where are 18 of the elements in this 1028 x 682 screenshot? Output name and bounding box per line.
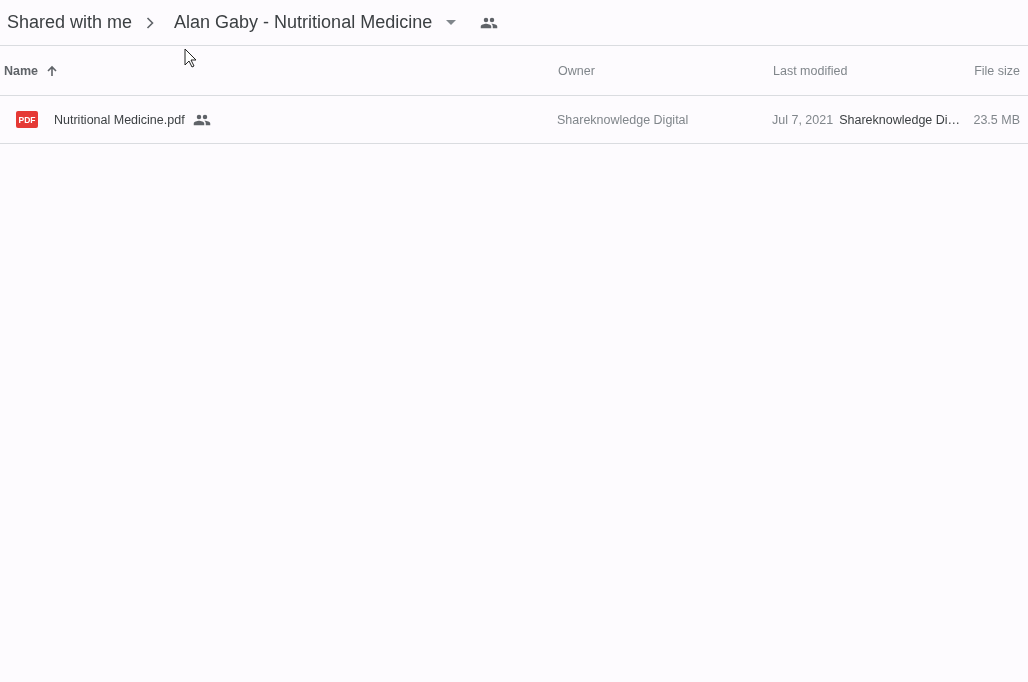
column-header[interactable]: File size xyxy=(974,63,1020,78)
pdf-file-icon: PDF xyxy=(16,111,38,128)
file-size: 23.5 MB xyxy=(973,112,1020,127)
folder-title[interactable]: Alan Gaby - Nutritional Medicine xyxy=(168,12,437,33)
column-header[interactable]: Last modified xyxy=(773,63,848,78)
people-icon xyxy=(192,113,211,126)
file-name[interactable]: Nutritional Medicine.pdf xyxy=(54,112,185,127)
mouse-pointer-icon xyxy=(184,48,197,68)
chevron-right-icon xyxy=(146,16,155,29)
breadcrumb-link[interactable]: Shared with me xyxy=(7,12,133,33)
column-header[interactable]: Owner xyxy=(558,63,595,78)
modified-by: Shareknowledge Di… xyxy=(839,112,961,127)
owner-text: Shareknowledge Digital xyxy=(557,112,689,127)
column-header[interactable]: Name xyxy=(4,63,39,78)
dropdown-caret-icon[interactable] xyxy=(446,20,457,25)
arrow-up-icon[interactable] xyxy=(46,64,59,77)
people-icon xyxy=(480,16,499,29)
modified-date: Jul 7, 2021 xyxy=(772,112,834,127)
